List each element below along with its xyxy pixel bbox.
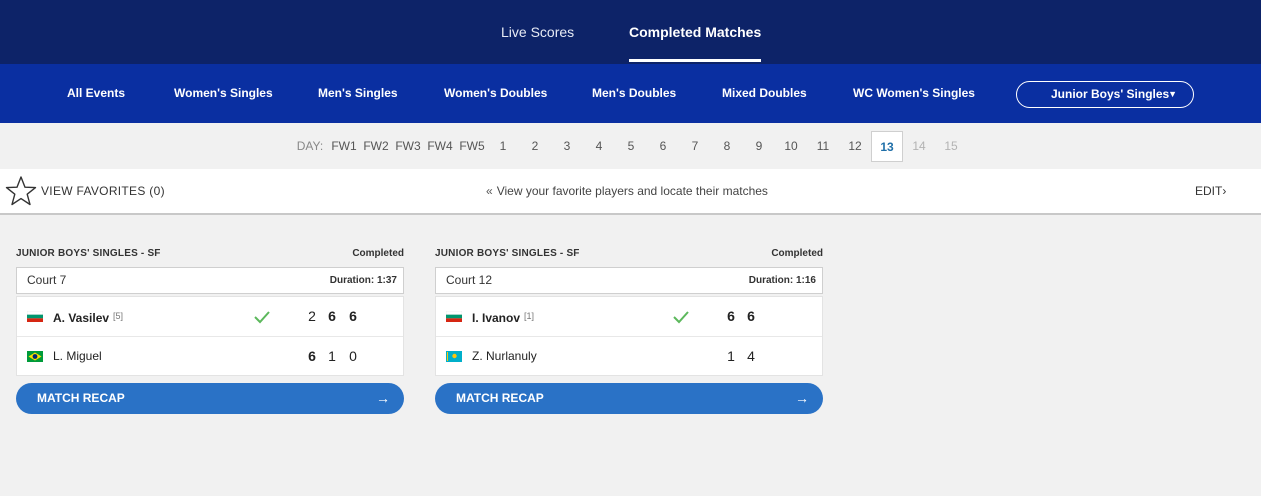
day-item[interactable]: FW5: [458, 131, 486, 162]
player-row[interactable]: L. Miguel 6 1 0: [17, 336, 403, 375]
caret-down-icon: ▼: [1168, 89, 1177, 99]
kazakhstan-flag-icon: [446, 351, 462, 362]
match-recap-label: MATCH RECAP: [456, 391, 544, 405]
day-item[interactable]: 1: [489, 131, 517, 162]
event-wc-womens-singles[interactable]: WC Women's Singles: [853, 64, 975, 123]
bulgaria-flag-icon: [27, 311, 43, 322]
day-item-disabled: 15: [944, 139, 958, 153]
players-list: I. Ivanov [1] 6 6 Z. Nurlanuly 1 4: [435, 296, 823, 376]
event-womens-doubles[interactable]: Women's Doubles: [444, 64, 547, 123]
match-card: JUNIOR BOYS' SINGLES - SF Completed Cour…: [435, 244, 823, 414]
day-item[interactable]: FW1: [330, 131, 358, 162]
favorites-hint-text: View your favorite players and locate th…: [496, 184, 768, 198]
court-name: Court 12: [446, 273, 493, 287]
court-info: Court 7 Duration: 1:37: [16, 267, 404, 294]
set-score: 6: [308, 348, 316, 364]
set-score: 6: [328, 308, 336, 324]
day-label: DAY:: [296, 139, 324, 153]
day-selector: DAY: FW1 FW2 FW3 FW4 FW5 1 2 3 4 5 6 7 8…: [0, 123, 1261, 168]
match-card-header: JUNIOR BOYS' SINGLES - SF Completed: [435, 244, 823, 264]
view-favorites-button[interactable]: VIEW FAVORITES (0): [41, 169, 165, 213]
match-card: JUNIOR BOYS' SINGLES - SF Completed Cour…: [16, 244, 404, 414]
tab-completed-matches[interactable]: Completed Matches: [629, 0, 762, 64]
favorites-hint: «View your favorite players and locate t…: [486, 169, 768, 213]
match-recap-button[interactable]: MATCH RECAP →: [435, 383, 823, 414]
day-item-disabled: 14: [912, 139, 926, 153]
day-item[interactable]: 12: [841, 131, 869, 162]
player-name-text: A. Vasilev: [53, 311, 110, 325]
event-dropdown[interactable]: Junior Boys' Singles ▼: [1016, 81, 1194, 108]
match-round: JUNIOR BOYS' SINGLES - SF: [435, 248, 580, 259]
event-mens-doubles[interactable]: Men's Doubles: [592, 64, 676, 123]
match-recap-button[interactable]: MATCH RECAP →: [16, 383, 404, 414]
event-all-events[interactable]: All Events: [67, 64, 125, 123]
day-item[interactable]: 4: [585, 131, 613, 162]
court-info: Court 12 Duration: 1:16: [435, 267, 823, 294]
brazil-flag-icon: [27, 351, 43, 362]
player-row[interactable]: A. Vasilev [5] 2 6 6: [17, 297, 403, 336]
edit-favorites-link[interactable]: EDIT›: [1195, 169, 1226, 213]
winner-check-icon: [673, 311, 689, 324]
match-card-header: JUNIOR BOYS' SINGLES - SF Completed: [16, 244, 404, 264]
player-seed: [1]: [524, 311, 535, 321]
tab-live-scores[interactable]: Live Scores: [501, 0, 574, 64]
winner-check-icon: [254, 311, 270, 324]
players-list: A. Vasilev [5] 2 6 6 L. Miguel 6 1 0: [16, 296, 404, 376]
player-name[interactable]: I. Ivanov [1]: [472, 297, 534, 338]
day-item[interactable]: FW2: [362, 131, 390, 162]
day-item[interactable]: 2: [521, 131, 549, 162]
event-dropdown-label: Junior Boys' Singles: [1051, 87, 1170, 101]
double-chevron-left-icon: «: [486, 184, 493, 198]
match-status: Completed: [771, 248, 823, 259]
event-mens-singles[interactable]: Men's Singles: [318, 64, 398, 123]
match-round: JUNIOR BOYS' SINGLES - SF: [16, 248, 161, 259]
day-item-selected[interactable]: 13: [871, 131, 903, 162]
day-item[interactable]: FW4: [426, 131, 454, 162]
court-name: Court 7: [27, 273, 67, 287]
player-name[interactable]: Z. Nurlanuly: [472, 337, 537, 376]
day-item[interactable]: 10: [777, 131, 805, 162]
event-mixed-doubles[interactable]: Mixed Doubles: [722, 64, 807, 123]
day-item[interactable]: 9: [745, 131, 773, 162]
set-score: 6: [349, 308, 357, 324]
favorites-bar: VIEW FAVORITES (0) «View your favorite p…: [0, 169, 1261, 215]
match-duration: Duration: 1:37: [329, 275, 397, 286]
match-recap-label: MATCH RECAP: [37, 391, 125, 405]
set-score: 0: [349, 348, 357, 364]
top-nav: Live Scores Completed Matches: [0, 0, 1261, 64]
match-duration: Duration: 1:16: [748, 275, 816, 286]
player-row[interactable]: I. Ivanov [1] 6 6: [436, 297, 822, 336]
set-score: 4: [747, 348, 755, 364]
day-item[interactable]: 5: [617, 131, 645, 162]
arrow-right-icon: →: [795, 390, 809, 406]
player-name[interactable]: L. Miguel: [53, 337, 102, 376]
player-seed: [5]: [113, 311, 124, 321]
arrow-right-icon: →: [376, 390, 390, 406]
day-item[interactable]: 7: [681, 131, 709, 162]
star-icon[interactable]: [5, 175, 37, 207]
day-item[interactable]: 6: [649, 131, 677, 162]
set-score: 1: [328, 348, 336, 364]
bulgaria-flag-icon: [446, 311, 462, 322]
set-score: 6: [727, 308, 735, 324]
day-item[interactable]: FW3: [394, 131, 422, 162]
event-womens-singles[interactable]: Women's Singles: [174, 64, 273, 123]
set-score: 6: [747, 308, 755, 324]
event-filter-bar: All Events Women's Singles Men's Singles…: [0, 64, 1261, 123]
match-status: Completed: [352, 248, 404, 259]
player-row[interactable]: Z. Nurlanuly 1 4: [436, 336, 822, 375]
player-name-text: I. Ivanov: [472, 311, 521, 325]
day-item[interactable]: 8: [713, 131, 741, 162]
day-item[interactable]: 3: [553, 131, 581, 162]
set-score: 2: [308, 308, 316, 324]
set-score: 1: [727, 348, 735, 364]
player-name[interactable]: A. Vasilev [5]: [53, 297, 123, 338]
day-item[interactable]: 11: [809, 131, 837, 162]
